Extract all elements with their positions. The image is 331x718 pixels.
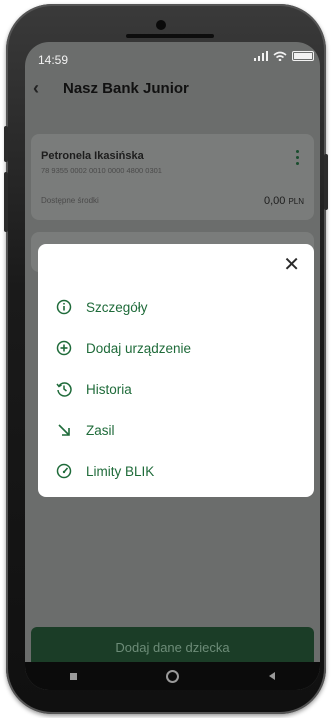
back-icon[interactable]	[269, 672, 276, 680]
status-bar: 14:59	[25, 42, 320, 72]
gauge-icon	[56, 463, 72, 479]
volume-button	[4, 126, 8, 162]
menu-item-label: Historia	[86, 381, 132, 397]
recent-apps-icon[interactable]	[69, 672, 77, 680]
amount-currency: PLN	[288, 197, 304, 206]
amount-value: 0,00	[263, 195, 286, 207]
menu-item-label: Szczegóły	[86, 299, 148, 315]
battery-icon	[292, 51, 314, 61]
plus-circle-icon	[56, 340, 72, 356]
screen: 14:59 ‹ Nasz Bank Junior Petronela Ikasi…	[25, 42, 320, 690]
available-amount: 0,00 PLN	[264, 195, 304, 207]
account-number: 78 9355 0002 0010 0000 4800 0301	[41, 166, 162, 175]
menu-item-label: Dodaj urządzenie	[86, 340, 192, 356]
volume-button	[4, 172, 8, 232]
home-icon[interactable]	[166, 669, 180, 683]
app-header: ‹ Nasz Bank Junior	[25, 72, 320, 114]
menu-item-dodaj-urzadzenie[interactable]: Dodaj urządzenie	[56, 334, 191, 362]
phone-frame: 14:59 ‹ Nasz Bank Junior Petronela Ikasi…	[4, 4, 328, 714]
options-modal: ✕ Szczegóły Dodaj urządzenie Historia Za…	[38, 244, 314, 497]
menu-item-label: Zasil	[86, 422, 115, 438]
earpiece-speaker	[126, 34, 214, 38]
add-child-data-button[interactable]: Dodaj dane dziecka	[31, 627, 314, 667]
menu-item-szczegoly[interactable]: Szczegóły	[56, 293, 148, 321]
info-circle-icon	[56, 299, 72, 315]
close-icon[interactable]: ✕	[283, 252, 300, 277]
back-arrow-icon[interactable]: ‹	[33, 78, 39, 99]
arrow-down-right-icon	[56, 422, 72, 438]
wifi-icon	[273, 51, 287, 61]
menu-item-zasil[interactable]: Zasil	[56, 416, 115, 444]
page-title: Nasz Bank Junior	[63, 80, 189, 97]
menu-item-limity-blik[interactable]: Limity BLIK	[56, 457, 154, 485]
menu-item-historia[interactable]: Historia	[56, 375, 132, 403]
status-icons	[254, 51, 314, 61]
front-camera	[156, 20, 166, 30]
menu-item-label: Limity BLIK	[86, 463, 155, 479]
history-icon	[56, 381, 72, 397]
more-options-icon[interactable]	[296, 150, 300, 168]
available-funds-label: Dostępne środki	[41, 196, 99, 205]
signal-icon	[254, 51, 268, 61]
system-nav-bar	[25, 662, 320, 690]
account-card[interactable]: Petronela Ikasińska 78 9355 0002 0010 00…	[31, 134, 314, 220]
power-button	[324, 154, 328, 210]
status-time: 14:59	[38, 53, 69, 67]
account-name: Petronela Ikasińska	[41, 150, 144, 162]
